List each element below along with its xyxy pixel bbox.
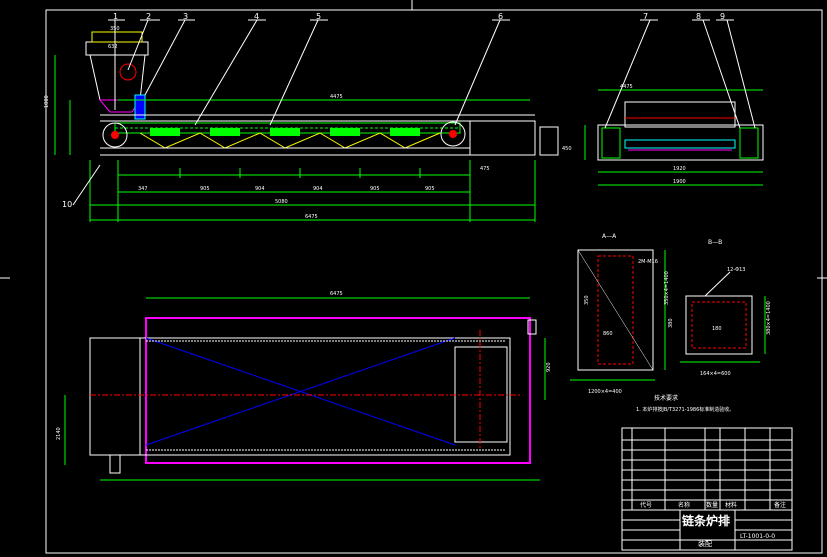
section-a-note-3: 1200×4=400 <box>588 389 622 395</box>
col-qty: 数量 <box>706 501 718 509</box>
section-b-note-1: 12-Φ13 <box>727 267 745 273</box>
notes-title: 技术要求 <box>654 394 678 402</box>
cad-drawing: 1 2 3 4 5 6 7 8 9 10 4475 5080 6475 347 … <box>0 0 827 554</box>
product-name: 链条炉排 <box>682 513 730 528</box>
section-a-title: A—A <box>602 233 617 240</box>
dim-end-width: 1900 <box>673 179 686 185</box>
section-a-note-2: 350×4=1400 <box>664 271 670 305</box>
dim-plan-side: 920 <box>546 362 552 372</box>
drawing-border <box>45 9 823 554</box>
dim-right-step: 475 <box>480 166 490 172</box>
dim-hopper-mid: 632 <box>108 44 118 50</box>
section-b-note-3: 180 <box>712 326 722 332</box>
dim-plan-length: 6475 <box>330 291 343 297</box>
section-b-view <box>680 271 766 363</box>
dim-seg-4: 904 <box>313 186 323 192</box>
section-b-title: B—B <box>708 239 722 246</box>
dim-seg-2: 905 <box>200 186 210 192</box>
section-b-note-4: 380×4=1400 <box>766 301 772 335</box>
col-no: 代号 <box>640 501 652 509</box>
dim-right-h: 450 <box>562 146 572 152</box>
callout-2: 2 <box>146 12 151 21</box>
dim-plan-width: 2140 <box>56 427 62 440</box>
dim-hopper-top: 350 <box>110 26 120 32</box>
dim-overall-length: 6475 <box>305 214 318 220</box>
elevation-view <box>54 19 559 222</box>
dim-seg-5: 905 <box>370 186 380 192</box>
dim-height-left: 1080 <box>44 95 50 108</box>
sub-title: 装配 <box>698 539 712 548</box>
callout-5: 5 <box>316 12 321 21</box>
callout-4: 4 <box>254 12 259 21</box>
section-a-view <box>570 249 666 381</box>
col-note: 备注 <box>774 501 786 509</box>
dim-total-length: 5080 <box>275 199 288 205</box>
dim-seg-1: 347 <box>138 186 148 192</box>
dim-seg-3: 904 <box>255 186 265 192</box>
section-a-note-4: 860 <box>603 331 613 337</box>
col-material: 材料 <box>725 501 737 509</box>
callout-1: 1 <box>113 12 118 21</box>
end-view <box>584 19 764 186</box>
title-block <box>621 427 793 551</box>
dim-top-length: 4475 <box>620 84 633 90</box>
section-b-note-5: 164×4=600 <box>700 371 731 377</box>
drawing-number: LT-1001-0-0 <box>740 533 775 540</box>
plan-view <box>64 297 546 481</box>
section-a-note-1: 2M-M16 <box>638 259 658 265</box>
callout-3: 3 <box>183 12 188 21</box>
col-name: 名称 <box>678 501 690 509</box>
section-a-note-5: 350 <box>584 295 590 305</box>
callout-10: 10 <box>62 200 72 209</box>
dim-main-length: 4475 <box>330 94 343 100</box>
notes-line: 1. 本炉排按JB/T3271-1986标准制造验收。 <box>636 406 734 413</box>
dim-side-width: 1920 <box>673 166 686 172</box>
section-b-note-2: 380 <box>668 318 674 328</box>
dim-seg-6: 905 <box>425 186 435 192</box>
callout-6: 6 <box>498 12 503 21</box>
